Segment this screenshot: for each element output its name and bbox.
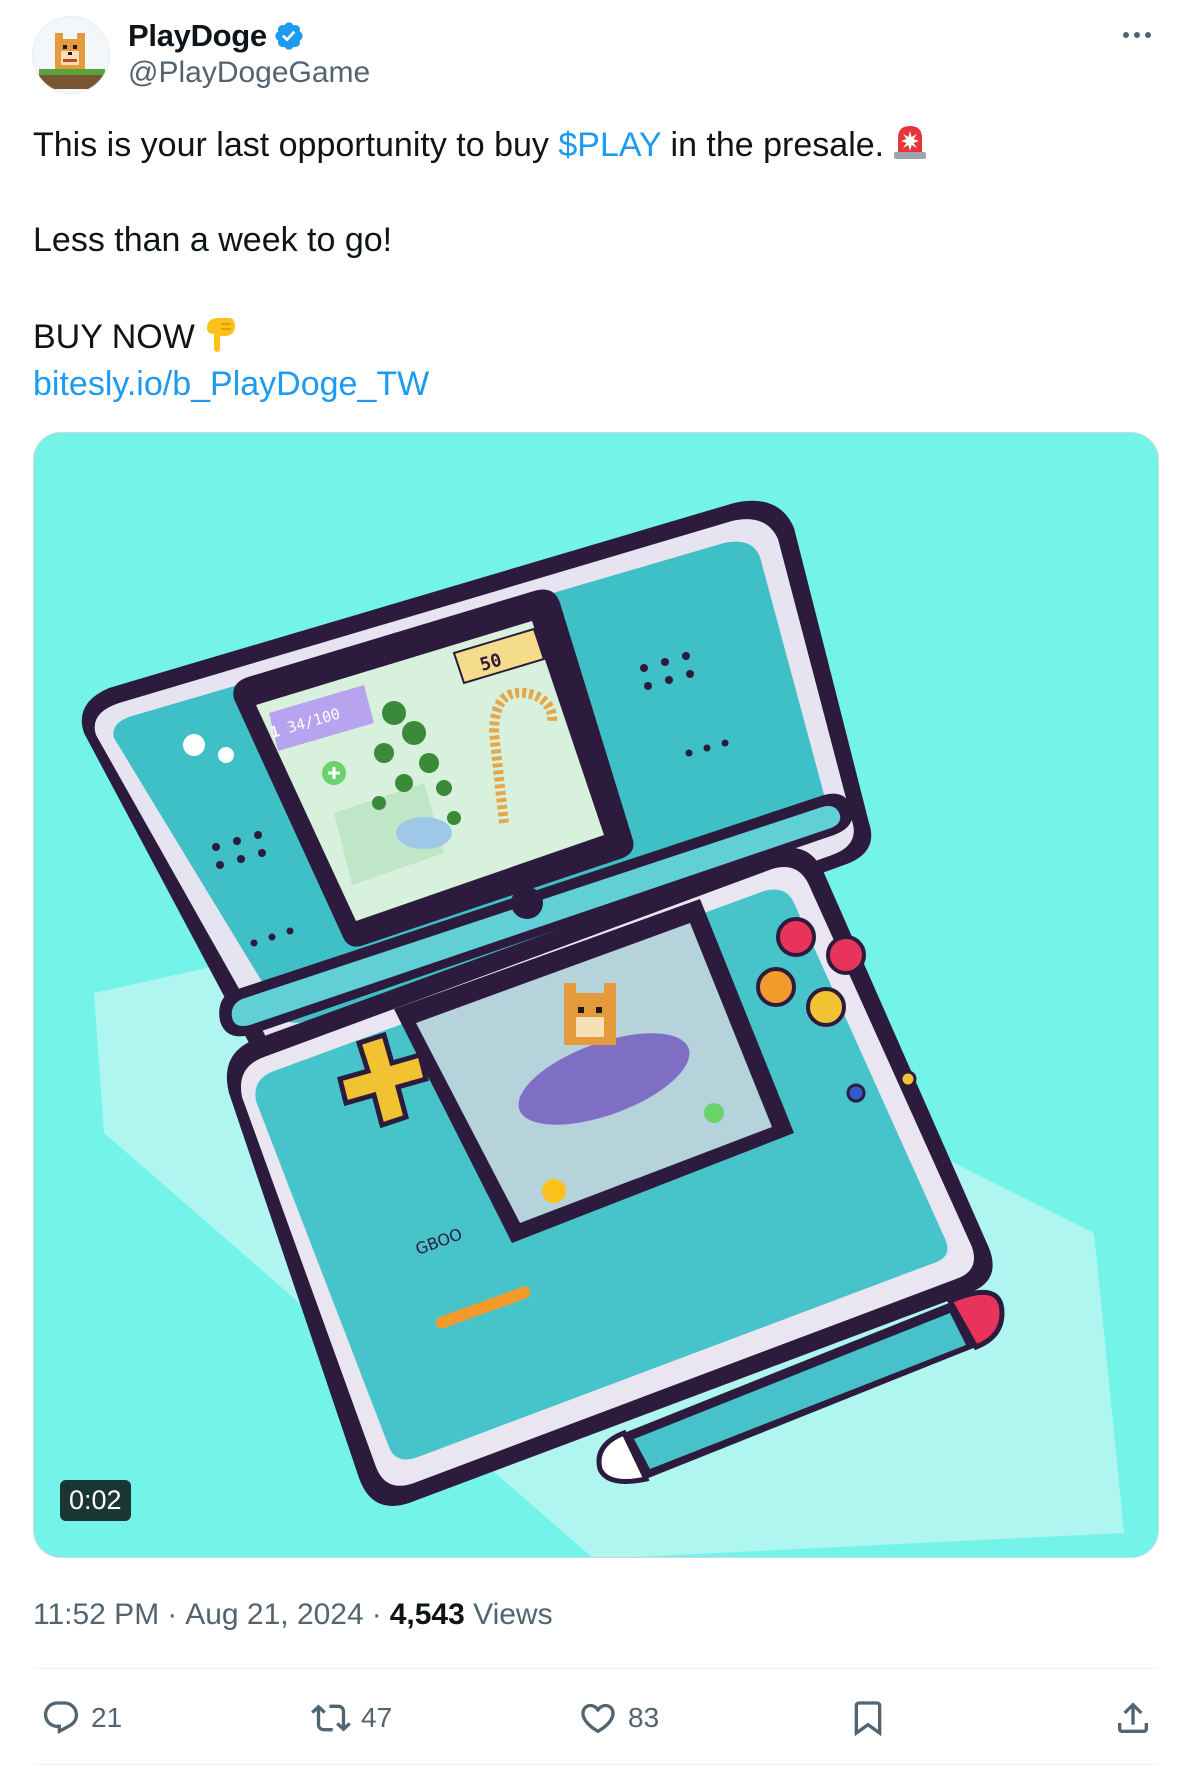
share-icon xyxy=(1118,1702,1148,1733)
share-button[interactable] xyxy=(1113,1690,1153,1746)
display-name[interactable]: PlayDoge xyxy=(128,18,267,54)
reply-count: 21 xyxy=(91,1702,123,1733)
more-dot-icon xyxy=(1145,32,1151,38)
bookmark-icon xyxy=(854,1701,882,1737)
cashtag-link[interactable]: $PLAY xyxy=(558,126,661,164)
author-handle[interactable]: @PlayDogeGame xyxy=(128,56,370,90)
video-media[interactable]: 34/100 1 50 GBOO 0:02 xyxy=(33,432,1159,1558)
pixel-doge-avatar-icon xyxy=(33,17,109,93)
like-count: 83 xyxy=(628,1702,660,1733)
more-dot-icon xyxy=(1123,32,1129,38)
repost-icon xyxy=(311,1704,351,1732)
more-dot-icon xyxy=(1134,32,1140,38)
author-name-row[interactable]: PlayDoge xyxy=(128,18,305,54)
post-text-line-1: This is your last opportunity to buy $PL… xyxy=(33,122,930,167)
post-text: in the presale. xyxy=(661,126,885,164)
verified-badge-icon xyxy=(275,22,303,50)
post-time[interactable]: 11:52 PM xyxy=(33,1598,159,1632)
more-options-button[interactable] xyxy=(1114,20,1160,50)
avatar[interactable] xyxy=(32,16,110,94)
like-button[interactable]: 83 xyxy=(578,1690,659,1746)
heart-icon xyxy=(581,1703,615,1734)
rotating-light-icon xyxy=(894,126,927,159)
reply-icon xyxy=(43,1701,79,1735)
post-text: This is your last opportunity to buy xyxy=(33,126,559,164)
action-bar: 21 47 83 xyxy=(33,1690,1159,1746)
meta-separator: · xyxy=(371,1598,382,1631)
post-text-line-2: Less than a week to go! xyxy=(33,221,393,259)
repost-count: 47 xyxy=(361,1702,393,1733)
external-link[interactable]: bitesly.io/b_PlayDoge_TW xyxy=(33,362,429,406)
post-text-line-3: BUY NOW xyxy=(33,314,241,359)
divider xyxy=(33,1764,1159,1765)
meta-separator: · xyxy=(167,1598,178,1631)
pointing-down-icon xyxy=(206,318,235,352)
views-label: Views xyxy=(473,1598,553,1631)
bookmark-button[interactable] xyxy=(848,1690,888,1746)
views-count: 4,543 xyxy=(389,1598,465,1631)
post-meta: 11:52 PM · Aug 21, 2024 · 4,543 Views xyxy=(33,1598,553,1632)
post-text: BUY NOW xyxy=(33,318,195,356)
repost-button[interactable]: 47 xyxy=(311,1690,392,1746)
game-console-illustration: 34/100 1 50 GBOO xyxy=(34,433,1158,1557)
tweet: PlayDoge @PlayDogeGame This is your last… xyxy=(0,0,1188,1780)
reply-button[interactable]: 21 xyxy=(41,1690,122,1746)
video-duration-badge: 0:02 xyxy=(60,1480,131,1521)
divider xyxy=(33,1668,1159,1669)
post-date[interactable]: Aug 21, 2024 xyxy=(185,1598,364,1632)
